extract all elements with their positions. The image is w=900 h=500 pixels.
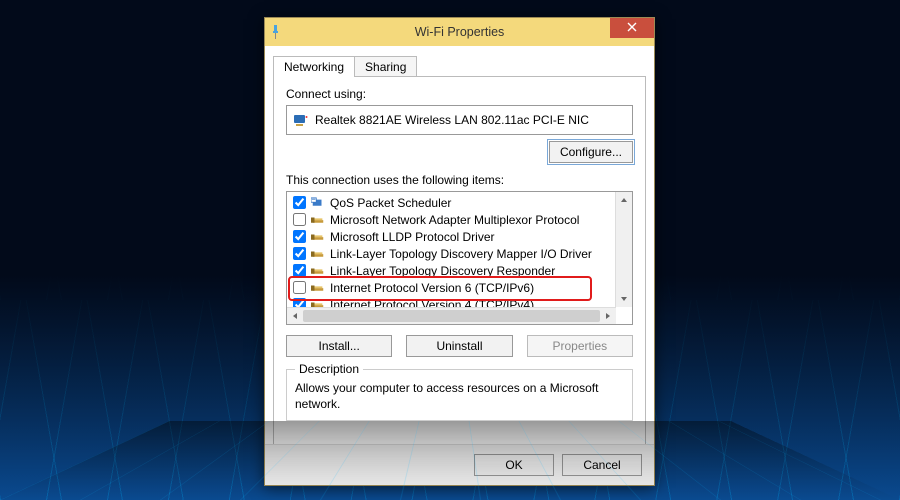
networking-panel: Connect using: Realtek 8821AE Wireless L…: [273, 77, 646, 468]
item-checkbox[interactable]: [293, 247, 306, 260]
horizontal-scrollbar[interactable]: [287, 307, 616, 324]
item-label: Link-Layer Topology Discovery Mapper I/O…: [330, 247, 592, 261]
item-checkbox[interactable]: [293, 281, 306, 294]
description-text: Allows your computer to access resources…: [295, 380, 624, 412]
connect-using-label: Connect using:: [286, 87, 633, 101]
item-label: Microsoft LLDP Protocol Driver: [330, 230, 495, 244]
adapter-name: Realtek 8821AE Wireless LAN 802.11ac PCI…: [315, 113, 589, 127]
ok-button[interactable]: OK: [474, 454, 554, 476]
install-button[interactable]: Install...: [286, 335, 392, 357]
list-item[interactable]: Link-Layer Topology Discovery Mapper I/O…: [289, 245, 617, 262]
list-item[interactable]: QoS Packet Scheduler: [289, 194, 617, 211]
item-checkbox[interactable]: [293, 213, 306, 226]
item-label: QoS Packet Scheduler: [330, 196, 451, 210]
wifi-properties-window: Wi-Fi Properties Networking Sharing Conn…: [264, 17, 655, 486]
uninstall-button[interactable]: Uninstall: [406, 335, 512, 357]
list-item[interactable]: Microsoft Network Adapter Multiplexor Pr…: [289, 211, 617, 228]
vertical-scrollbar[interactable]: [615, 192, 632, 307]
tab-sharing[interactable]: Sharing: [354, 56, 417, 76]
item-label: Link-Layer Topology Discovery Responder: [330, 264, 555, 278]
protocol-icon: [311, 248, 325, 260]
list-item[interactable]: Link-Layer Topology Discovery Responder: [289, 262, 617, 279]
item-checkbox[interactable]: [293, 264, 306, 277]
properties-button: Properties: [527, 335, 633, 357]
uses-items-label: This connection uses the following items…: [286, 173, 633, 187]
adapter-field[interactable]: Realtek 8821AE Wireless LAN 802.11ac PCI…: [286, 105, 633, 135]
dialog-footer: OK Cancel: [265, 444, 654, 485]
protocol-icon: [311, 282, 325, 294]
scroll-right-button[interactable]: [600, 308, 616, 324]
description-group: Description Allows your computer to acce…: [286, 369, 633, 421]
desktop-background: Wi-Fi Properties Networking Sharing Conn…: [0, 0, 900, 500]
app-icon: [271, 24, 287, 40]
items-listbox-wrap: QoS Packet Scheduler Microsoft Network Ad…: [286, 191, 633, 325]
item-label: Internet Protocol Version 6 (TCP/IPv6): [330, 281, 534, 295]
nic-icon: [293, 112, 309, 128]
scroll-up-button[interactable]: [616, 192, 632, 208]
titlebar[interactable]: Wi-Fi Properties: [265, 18, 654, 46]
window-title: Wi-Fi Properties: [265, 25, 654, 39]
protocol-icon: [311, 231, 325, 243]
horizontal-scroll-thumb[interactable]: [303, 310, 600, 322]
close-icon: [627, 21, 637, 35]
protocol-icon: [311, 214, 325, 226]
configure-button[interactable]: Configure...: [549, 141, 633, 163]
scroll-left-button[interactable]: [287, 308, 303, 324]
items-listbox[interactable]: QoS Packet Scheduler Microsoft Network Ad…: [286, 191, 633, 325]
tab-networking[interactable]: Networking: [273, 56, 355, 77]
item-checkbox[interactable]: [293, 230, 306, 243]
list-item[interactable]: Internet Protocol Version 6 (TCP/IPv6): [289, 279, 617, 296]
protocol-icon: [311, 265, 325, 277]
cancel-button[interactable]: Cancel: [562, 454, 642, 476]
scheduler-icon: [311, 197, 325, 209]
scroll-down-button[interactable]: [616, 291, 632, 307]
list-item[interactable]: Microsoft LLDP Protocol Driver: [289, 228, 617, 245]
description-legend: Description: [295, 362, 363, 376]
item-label: Microsoft Network Adapter Multiplexor Pr…: [330, 213, 579, 227]
item-checkbox[interactable]: [293, 196, 306, 209]
tab-strip: Networking Sharing: [273, 54, 646, 77]
close-button[interactable]: [610, 18, 654, 38]
